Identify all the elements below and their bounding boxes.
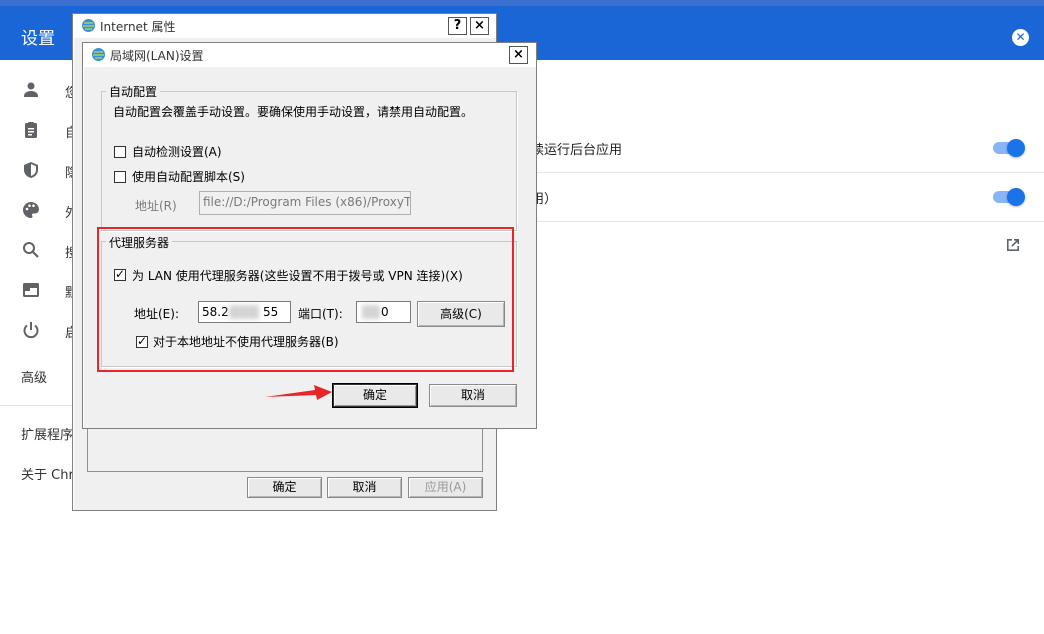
search-icon — [23, 242, 39, 258]
sidebar-advanced[interactable]: 高级 — [21, 367, 47, 386]
sidebar-item-search[interactable]: 搜 — [21, 240, 78, 264]
dialog-title: Internet 属性 — [100, 20, 176, 34]
dialog-title: 局域网(LAN)设置 — [110, 49, 204, 63]
ok-button[interactable]: 确定 — [247, 477, 322, 498]
auto-script-label[interactable]: 使用自动配置脚本(S) — [132, 168, 245, 185]
ok-button[interactable]: 确定 — [333, 384, 417, 407]
red-arrow-annotation — [265, 385, 332, 400]
script-address-label: 地址(R) — [135, 199, 177, 213]
close-button[interactable]: × — [509, 46, 528, 64]
open-in-new-icon[interactable] — [1004, 236, 1022, 254]
cancel-button[interactable]: 取消 — [429, 384, 517, 407]
internet-globe-icon — [82, 19, 95, 32]
cancel-button[interactable]: 取消 — [327, 477, 402, 498]
auto-detect-checkbox[interactable] — [114, 146, 126, 158]
close-button[interactable]: × — [470, 17, 489, 35]
network-globe-icon — [92, 48, 105, 61]
sidebar-extensions[interactable]: 扩展程序 — [21, 424, 73, 443]
lan-settings-titlebar: 局域网(LAN)设置 × — [83, 43, 536, 67]
sidebar-item-privacy[interactable]: 隐 — [21, 160, 78, 184]
palette-icon — [23, 202, 39, 218]
settings-row-proxy[interactable] — [496, 222, 1044, 271]
background-apps-toggle[interactable] — [993, 139, 1025, 157]
hardware-acceleration-toggle[interactable] — [993, 188, 1025, 206]
shield-icon — [24, 162, 38, 178]
person-icon — [24, 82, 38, 97]
auto-detect-label[interactable]: 自动检测设置(A) — [132, 143, 222, 160]
apply-button[interactable]: 应用(A) — [408, 477, 483, 498]
close-circle-icon[interactable]: ✕ — [1012, 29, 1029, 46]
sidebar-item-autofill[interactable]: 自 — [21, 120, 78, 144]
sidebar-item-startup[interactable]: 启 — [21, 320, 78, 344]
settings-row-label: 续运行后台应用 — [531, 143, 623, 158]
clipboard-icon — [25, 122, 37, 138]
system-settings-card: 续运行后台应用 用） — [495, 124, 1044, 272]
highlight-box — [97, 227, 514, 372]
sidebar-divider — [0, 405, 80, 406]
internet-options-titlebar: Internet 属性 ? × — [73, 14, 496, 38]
auto-script-checkbox[interactable] — [114, 171, 126, 183]
settings-row-background-apps[interactable]: 续运行后台应用 — [496, 124, 1044, 173]
sidebar-item-you[interactable]: 您 — [21, 80, 78, 104]
script-address-field[interactable]: file://D:/Program Files (x86)/ProxyTh — [199, 191, 411, 215]
auto-config-legend: 自动配置 — [106, 83, 161, 100]
settings-row-hardware-acceleration[interactable]: 用） — [496, 173, 1044, 222]
power-icon — [23, 322, 39, 339]
page-title: 设置 — [21, 29, 55, 49]
auto-config-description: 自动配置会覆盖手动设置。要确保使用手动设置，请禁用自动配置。 — [113, 105, 474, 119]
sidebar-item-appearance[interactable]: 外 — [21, 200, 78, 224]
sidebar-item-default-browser[interactable]: 默 — [21, 280, 78, 304]
help-button[interactable]: ? — [448, 17, 467, 35]
browser-icon — [23, 283, 39, 297]
